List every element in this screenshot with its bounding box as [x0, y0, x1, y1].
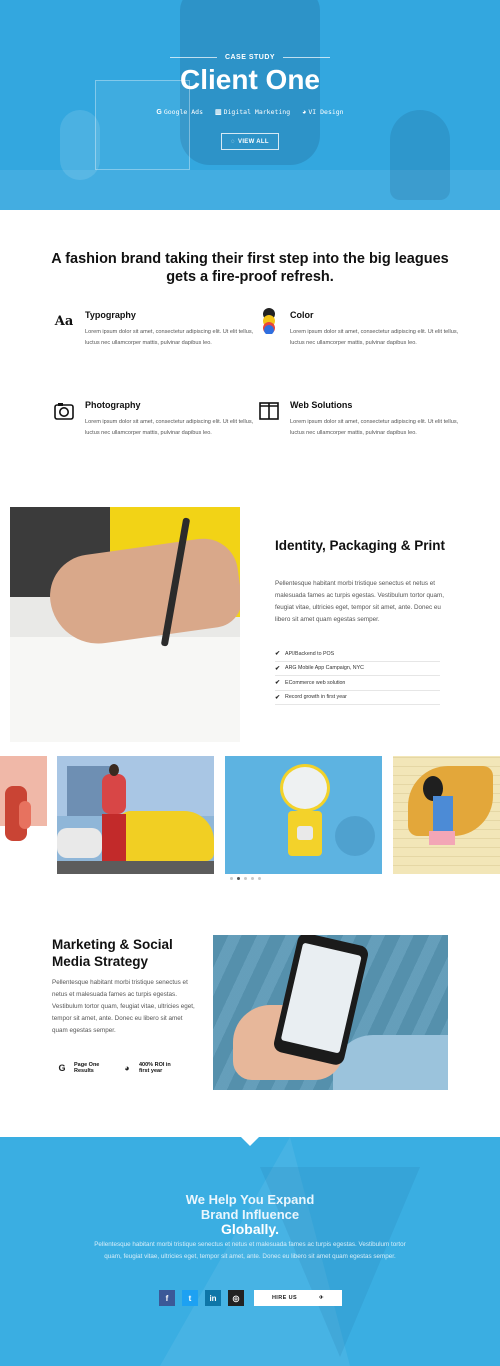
identity-text: Pellentesque habitant morbi tristique se… — [275, 580, 445, 623]
check-icon: ✔ — [275, 665, 281, 672]
cta-heading-line-2: Brand Influence — [200, 1207, 300, 1222]
tag-label: VI Design — [308, 108, 344, 116]
service-desc: Lorem ipsum dolor sit amet, consectetur … — [85, 329, 254, 346]
gallery-slide-1[interactable] — [0, 756, 47, 874]
send-icon: ✈ — [319, 1295, 325, 1301]
stat-page-one: G Page One Results — [56, 1062, 114, 1074]
gallery-slide-2[interactable] — [57, 756, 214, 874]
instagram-icon[interactable]: ◎ — [228, 1290, 244, 1306]
carousel-dot-active[interactable] — [237, 877, 240, 880]
service-title: Color — [290, 310, 314, 320]
identity-checklist: ✔ API/Backend to POS ✔ ARG Mobile App Camp… — [275, 647, 440, 705]
service-title: Typography — [85, 310, 136, 320]
carousel-dots — [230, 877, 261, 880]
facebook-icon[interactable]: f — [159, 1290, 175, 1306]
color-swatches-icon — [258, 308, 280, 334]
social-links: f t in ◎ — [159, 1290, 244, 1306]
layout-columns-icon — [258, 400, 280, 422]
marketing-title: Marketing & Social Media Strategy — [52, 937, 173, 969]
list-item: ✔ ECommerce web solution — [275, 676, 440, 691]
hero-bg-figure-right — [390, 110, 450, 200]
divider-line — [283, 57, 330, 58]
carousel-dot[interactable] — [244, 877, 247, 880]
page-title: Client One — [179, 64, 320, 95]
list-item: ✔ ARG Mobile App Campaign, NYC — [275, 662, 440, 676]
intro-heading: A fashion brand taking their first step … — [51, 251, 449, 285]
check-icon: ✔ — [275, 680, 281, 687]
service-title: Web Solutions — [290, 400, 353, 410]
view-all-label: VIEW ALL — [238, 138, 269, 145]
hero-bg-figure-left — [60, 110, 100, 180]
tag-label: Google Ads — [163, 108, 203, 116]
identity-title: Identity, Packaging & Print — [275, 538, 446, 553]
check-icon: ✔ — [275, 651, 281, 658]
carousel-dot[interactable] — [258, 877, 261, 880]
divider-line — [170, 57, 217, 58]
hire-us-label: HIRE US — [271, 1295, 298, 1301]
carousel-dot[interactable] — [251, 877, 254, 880]
service-title: Photography — [85, 400, 141, 410]
eye-icon: ◌ — [231, 138, 236, 145]
marketing-text: Pellentesque habitant morbi tristique se… — [52, 979, 195, 1034]
hero-eyebrow: CASE STUDY — [170, 54, 330, 61]
list-item: ✔ API/Backend to POS — [275, 647, 440, 662]
tag-google-ads: G Google Ads — [156, 108, 203, 116]
cta-heading: We Help You Expand Brand Influence — [0, 1192, 500, 1222]
stat-label: Page One Results — [74, 1062, 100, 1074]
carousel-dot[interactable] — [230, 877, 233, 880]
cta-heading-line-1: We Help You Expand — [185, 1192, 315, 1207]
service-desc: Lorem ipsum dolor sit amet, consectetur … — [85, 419, 254, 436]
palette-icon: ◕ — [302, 108, 307, 116]
list-item: ✔ Record growth in first year — [275, 691, 440, 705]
google-icon: G — [58, 1063, 66, 1073]
google-icon: G — [156, 108, 162, 116]
stat-label: 400% ROI in first year — [139, 1062, 171, 1074]
hero-tags: G Google Ads ▥ Digital Marketing ◕ VI De… — [0, 108, 500, 116]
identity-photo — [10, 507, 240, 742]
hire-us-button[interactable]: HIRE US ✈ — [254, 1290, 342, 1306]
check-icon: ✔ — [275, 694, 281, 701]
cta-heading-emphasis: Globally. — [220, 1221, 280, 1237]
gallery-slide-3[interactable] — [225, 756, 382, 874]
bar-chart-icon: ▥ — [214, 109, 222, 116]
view-all-button[interactable]: ◌ VIEW ALL — [221, 133, 279, 150]
pie-chart-icon: ◕ — [124, 1063, 130, 1073]
camera-icon — [53, 400, 75, 422]
cta-text: Pellentesque habitant morbi tristique se… — [94, 1241, 406, 1260]
gallery-slide-4[interactable] — [393, 756, 500, 874]
twitter-icon[interactable]: t — [182, 1290, 198, 1306]
typography-icon: Aa — [54, 313, 74, 329]
hero-section: CASE STUDY Client One G Google Ads ▥ Dig… — [0, 0, 500, 210]
linkedin-icon[interactable]: in — [205, 1290, 221, 1306]
cta-notch — [241, 1137, 259, 1146]
tag-label: Digital Marketing — [223, 108, 291, 116]
eyebrow-label: CASE STUDY — [224, 54, 276, 61]
service-desc: Lorem ipsum dolor sit amet, consectetur … — [290, 419, 459, 436]
tag-digital-marketing: ▥ Digital Marketing — [215, 108, 290, 116]
stat-roi: ◕ 400% ROI in first year — [121, 1062, 179, 1074]
service-desc: Lorem ipsum dolor sit amet, consectetur … — [290, 329, 459, 346]
marketing-photo — [213, 935, 448, 1090]
tag-vi-design: ◕ VI Design — [302, 108, 343, 116]
